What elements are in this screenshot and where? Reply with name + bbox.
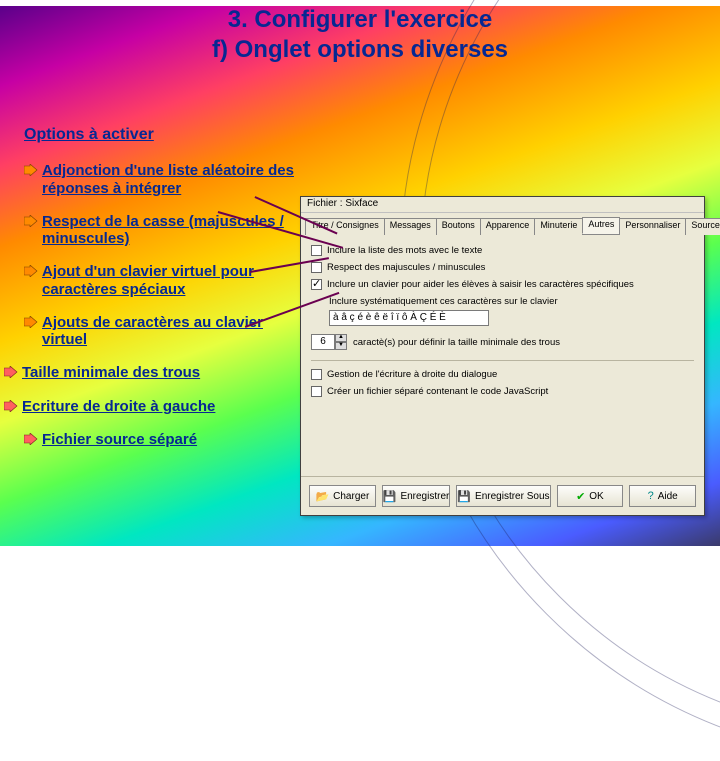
bullet-text: Ajouts de caractères au clavier virtuel [42,314,263,348]
bullet-text: Ajout d'un clavier virtuel pour caractèr… [42,263,254,297]
help-icon: ? [648,490,654,502]
check-case-sensitive[interactable] [311,262,322,273]
section-label: Options à activer [24,126,299,144]
button-label: OK [589,491,603,502]
floppy-icon: 💾 [383,490,397,503]
bullet-arrow-icon [24,316,38,328]
bullet-arrow-icon [4,400,18,412]
ok-button[interactable]: ✔ OK [557,485,624,507]
bullet-arrow-icon [24,265,38,277]
save-button[interactable]: 💾 Enregistrer [382,485,451,507]
button-label: Enregistrer Sous [475,491,549,502]
page-title-line2: f) Onglet options diverses [0,36,720,64]
check-icon: ✔ [576,490,585,503]
folder-open-icon: 📂 [315,490,329,503]
bullet-text: Taille minimale des trous [22,364,200,381]
floppy-icon: 💾 [457,490,471,503]
check-include-keypad[interactable] [311,279,322,290]
tab-minuterie[interactable]: Minuterie [534,218,583,235]
check-label: Créer un fichier séparé contenant le cod… [327,386,548,397]
bullet-text: Fichier source séparé [42,431,197,448]
dialog-tabs: Titre / Consignes Messages Boutons Appar… [305,217,700,235]
bullet-arrow-icon [24,164,38,176]
bullet-text: Adjonction d'une liste aléatoire des rép… [42,162,294,196]
tab-messages[interactable]: Messages [384,218,437,235]
check-include-wordlist[interactable] [311,245,322,256]
check-label: Respect des majuscules / minuscules [327,262,485,273]
help-button[interactable]: ? Aide [629,485,696,507]
bullet-arrow-icon [4,366,18,378]
check-label: Inclure un clavier pour aider les élèves… [327,279,634,290]
check-label: Gestion de l'écriture à droite du dialog… [327,369,497,380]
page-title-line1: 3. Configurer l'exercice [0,6,720,34]
check-rtl[interactable] [311,369,322,380]
check-label: Inclure la liste des mots avec le texte [327,245,482,256]
tab-autres[interactable]: Autres [582,217,620,234]
button-label: Charger [333,491,369,502]
bullet-item: Fichier source séparé [24,431,299,448]
button-label: Aide [658,491,678,502]
save-as-button[interactable]: 💾 Enregistrer Sous [456,485,550,507]
bullet-item: Taille minimale des trous [4,364,299,381]
bullet-arrow-icon [24,215,38,227]
bullet-text: Respect de la casse (majuscules / minusc… [42,213,284,247]
check-separate-source[interactable] [311,386,322,397]
tab-boutons[interactable]: Boutons [436,218,481,235]
load-button[interactable]: 📂 Charger [309,485,376,507]
tab-apparence[interactable]: Apparence [480,218,536,235]
bullet-text: Ecriture de droite à gauche [22,398,215,415]
spin-up-icon[interactable]: ▲ [335,334,347,342]
keypad-chars-input[interactable]: à â ç é è ê ë î ï ô À Ç É È [329,310,489,326]
bullet-item: Ajouts de caractères au clavier virtuel [24,314,299,349]
tab-titre[interactable]: Titre / Consignes [305,218,385,235]
dialog-caption: Fichier : Sixface [301,197,704,213]
spin-label: caractè(s) pour définir la taille minima… [353,337,560,348]
bullet-arrow-icon [24,433,38,445]
spin-down-icon[interactable]: ▼ [335,342,347,350]
options-dialog: Fichier : Sixface Titre / Consignes Mess… [300,196,705,516]
tab-personnaliser[interactable]: Personnaliser [619,218,686,235]
button-label: Enregistrer [400,491,449,502]
bullet-item: Respect de la casse (majuscules / minusc… [24,213,299,248]
keypad-sublabel: Inclure systématiquement ces caractères … [329,296,694,307]
tab-source[interactable]: Source [685,218,720,235]
gap-min-size-input[interactable]: 6 [311,334,335,350]
bullet-item: Adjonction d'une liste aléatoire des rép… [24,162,299,197]
bullet-item: Ecriture de droite à gauche [4,398,299,415]
